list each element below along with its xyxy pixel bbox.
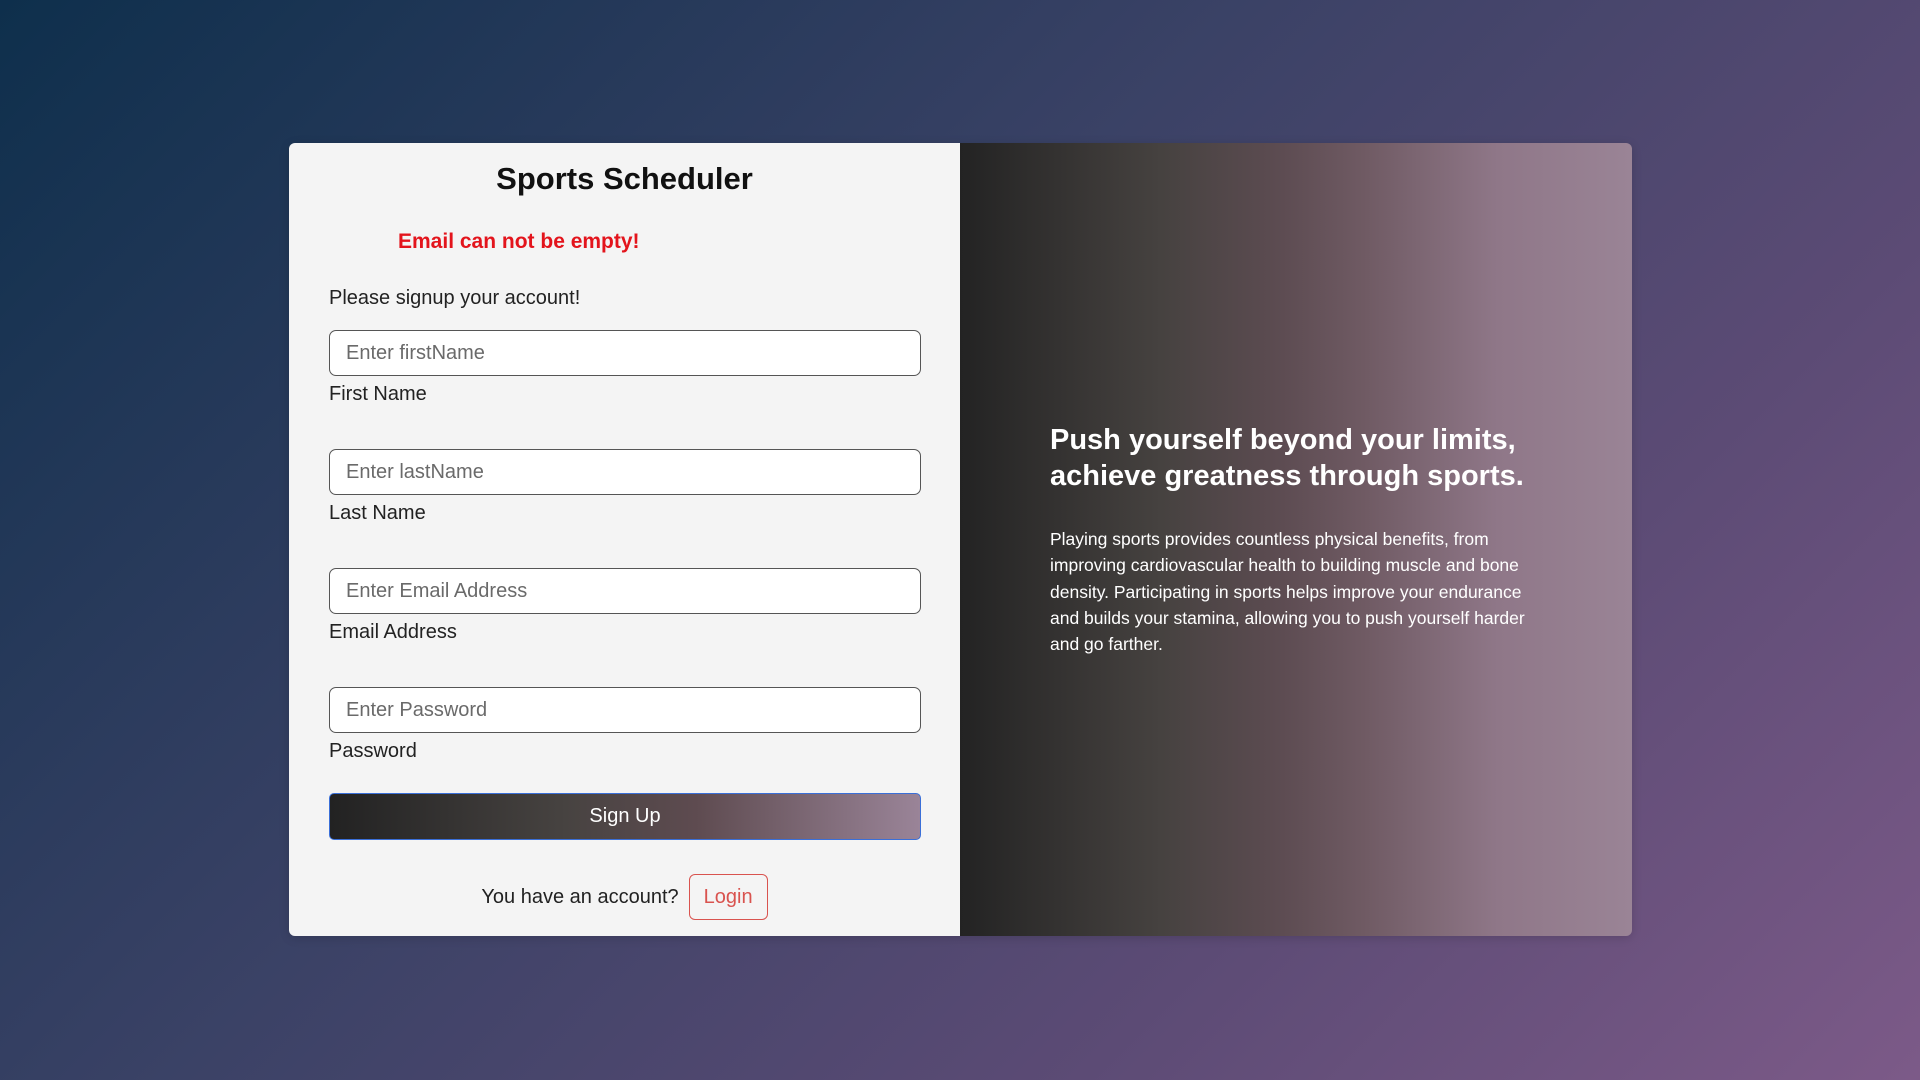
first-name-field: First Name <box>329 330 921 406</box>
promo-body: Playing sports provides countless physic… <box>1050 529 1525 655</box>
login-prompt-row: You have an account? Login <box>329 874 920 921</box>
last-name-input[interactable] <box>329 449 921 496</box>
email-label: Email Address <box>329 621 457 644</box>
error-message: Email can not be empty! <box>398 230 640 254</box>
first-name-input[interactable] <box>329 330 921 377</box>
signup-form-panel: Sports Scheduler Email can not be empty!… <box>289 143 960 936</box>
password-input[interactable] <box>329 687 921 734</box>
password-label: Password <box>329 740 417 763</box>
intro-text: Please signup your account! <box>329 287 581 310</box>
sign-up-button[interactable]: Sign Up <box>329 793 921 841</box>
account-prompt-text: You have an account? <box>481 885 679 908</box>
last-name-label: Last Name <box>329 502 426 525</box>
first-name-label: First Name <box>329 383 427 406</box>
signup-card: Sports Scheduler Email can not be empty!… <box>289 143 1632 936</box>
app-title: Sports Scheduler <box>496 161 753 196</box>
email-input[interactable] <box>329 568 921 615</box>
promo-panel: Push yourself beyond your limits, achiev… <box>960 143 1632 936</box>
login-button[interactable]: Login <box>688 874 768 921</box>
last-name-field: Last Name <box>329 449 921 525</box>
email-field: Email Address <box>329 568 921 644</box>
password-field: Password <box>329 687 921 763</box>
promo-heading: Push yourself beyond your limits, achiev… <box>1050 423 1524 492</box>
